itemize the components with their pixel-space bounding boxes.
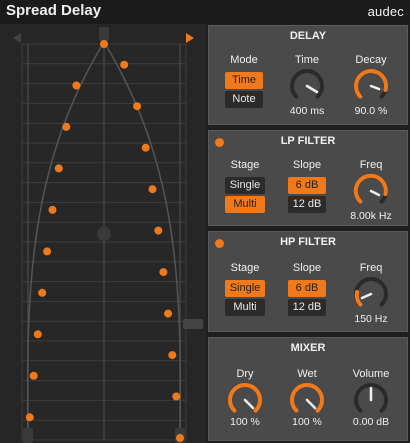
hp-stage-single-button[interactable]: Single: [225, 280, 265, 297]
time-knob[interactable]: [289, 68, 325, 104]
hp-stage-multi-button[interactable]: Multi: [225, 299, 265, 316]
mixer-panel: MIXER Dry 100 % Wet 100 % Volume 0.00 dB: [208, 337, 408, 441]
lp-slope-6db-button[interactable]: 6 dB: [288, 177, 326, 194]
lp-filter-panel: LP FILTER Stage Single Multi Slope 6 dB …: [208, 130, 408, 226]
delay-tap-dot: [141, 143, 150, 152]
lp-slope-12db-button[interactable]: 12 dB: [288, 196, 326, 213]
delay-tap-dot: [54, 164, 63, 173]
delay-tap-dot: [25, 413, 34, 422]
volume-knob[interactable]: [353, 382, 389, 418]
hp-freq-knob[interactable]: [353, 276, 389, 312]
dry-label: Dry: [236, 368, 254, 380]
mixer-title: MIXER: [290, 342, 326, 354]
delay-tap-dot: [100, 40, 108, 48]
delay-taps-graph[interactable]: [0, 24, 206, 443]
delay-tap-dot: [133, 102, 142, 111]
delay-tap-dot: [62, 122, 71, 131]
triangle-right-icon[interactable]: [186, 33, 194, 43]
dry-knob[interactable]: [227, 382, 263, 418]
mode-time-button[interactable]: Time: [225, 72, 263, 89]
time-label: Time: [294, 54, 320, 66]
delay-tap-dot: [33, 330, 42, 339]
mode-label: Mode: [230, 54, 258, 66]
right-spread-handle[interactable]: [183, 319, 203, 329]
delay-tap-dot: [159, 268, 168, 277]
time-value: 400 ms: [289, 105, 325, 117]
delay-tap-dot: [72, 81, 81, 90]
delay-tap-dot: [48, 205, 57, 214]
wet-label: Wet: [297, 368, 317, 380]
brand-logo: audec: [367, 4, 404, 19]
delay-tap-dot: [29, 371, 38, 380]
lp-filter-title: LP FILTER: [280, 135, 336, 147]
title-bar: Spread Delay audec: [0, 0, 410, 24]
delay-tap-dot: [148, 185, 157, 194]
lp-freq-knob[interactable]: [353, 173, 389, 209]
wet-knob[interactable]: [289, 382, 325, 418]
delay-tap-dot: [154, 226, 163, 235]
lp-slope-label: Slope: [292, 159, 322, 171]
lp-freq-label: Freq: [359, 159, 383, 171]
hp-freq-value: 150 Hz: [354, 313, 388, 325]
delay-tap-dot: [43, 247, 52, 256]
delay-tap-dot: [164, 309, 173, 318]
hp-filter-panel: HP FILTER Stage Single Multi Slope 6 dB …: [208, 231, 408, 332]
app-title: Spread Delay: [6, 2, 102, 19]
delay-visualizer[interactable]: [0, 24, 206, 443]
dry-value: 100 %: [230, 416, 260, 428]
delay-tap-dot: [120, 60, 129, 69]
hp-filter-title: HP FILTER: [280, 236, 336, 248]
hp-slope-label: Slope: [292, 262, 322, 274]
decay-knob[interactable]: [353, 68, 389, 104]
left-bottom-handle[interactable]: [23, 428, 33, 443]
delay-tap-dot: [168, 351, 177, 360]
lp-freq-value: 8.00k Hz: [350, 210, 392, 222]
mode-note-button[interactable]: Note: [225, 91, 263, 108]
wet-value: 100 %: [292, 416, 322, 428]
volume-label: Volume: [352, 368, 390, 380]
hp-slope-6db-button[interactable]: 6 dB: [288, 280, 326, 297]
lp-stage-multi-button[interactable]: Multi: [225, 196, 265, 213]
delay-tap-dot: [172, 392, 181, 401]
decay-value: 90.0 %: [354, 105, 388, 117]
lp-stage-single-button[interactable]: Single: [225, 177, 265, 194]
hp-stage-label: Stage: [230, 262, 260, 274]
delay-title: DELAY: [289, 30, 327, 42]
decay-label: Decay: [355, 54, 387, 66]
hp-freq-label: Freq: [359, 262, 383, 274]
delay-tap-dot: [176, 434, 184, 442]
delay-tap-dot: [38, 288, 47, 297]
hp-slope-12db-button[interactable]: 12 dB: [288, 299, 326, 316]
triangle-left-icon[interactable]: [13, 33, 21, 43]
volume-value: 0.00 dB: [352, 416, 390, 428]
center-handle[interactable]: [97, 227, 111, 241]
top-handle[interactable]: [99, 27, 109, 41]
lp-stage-label: Stage: [230, 159, 260, 171]
delay-panel: DELAY Mode Time Note Time 400 ms Decay 9…: [208, 25, 408, 125]
